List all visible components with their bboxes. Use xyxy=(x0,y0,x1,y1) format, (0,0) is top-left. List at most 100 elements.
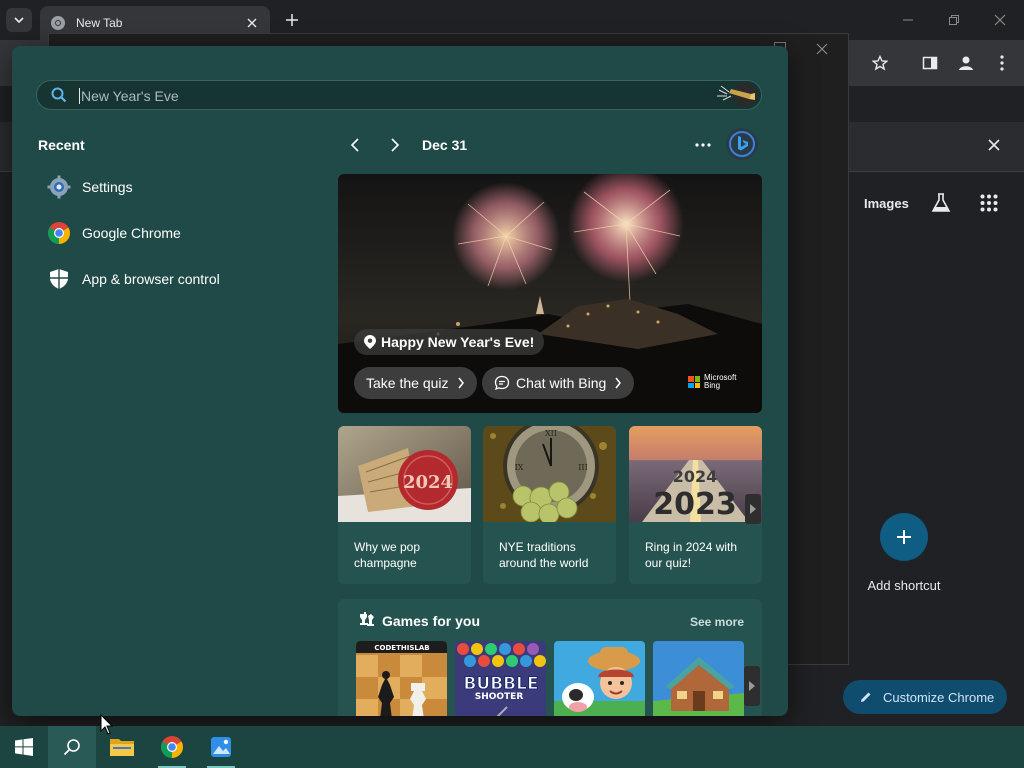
cards-next-button[interactable] xyxy=(745,494,761,524)
bing-chat-button[interactable] xyxy=(726,128,758,160)
minimize-icon xyxy=(903,19,913,21)
minimize-button[interactable] xyxy=(896,8,920,32)
kebab-menu-icon xyxy=(1000,55,1004,71)
more-dots-icon xyxy=(695,143,711,147)
recent-item-label: Settings xyxy=(82,179,133,195)
side-panel-icon xyxy=(922,56,938,70)
chess-piece-icon xyxy=(360,612,374,626)
start-button[interactable] xyxy=(0,726,48,768)
taskbar-search-button[interactable] xyxy=(48,726,96,768)
road-text-2023: 2023 xyxy=(653,487,737,522)
see-more-link[interactable]: See more xyxy=(690,615,744,629)
games-heading: Games for you xyxy=(382,613,481,629)
hero-title[interactable]: Happy New Year's Eve! xyxy=(354,329,545,355)
search-placeholder: New Year's Eve xyxy=(81,88,179,104)
side-panel-button[interactable] xyxy=(918,51,942,75)
caret-right-icon xyxy=(749,681,755,691)
mouse-cursor-icon xyxy=(100,714,114,735)
tab-close-icon[interactable] xyxy=(244,15,260,31)
chess-tile-brand: CODETHISLAB xyxy=(374,644,429,652)
plus-icon xyxy=(286,14,298,26)
taskbar-photos-app[interactable] xyxy=(197,726,245,768)
road-2024-thumbnail: 2024 2023 xyxy=(629,426,762,522)
card-caption: NYE traditions around the world xyxy=(499,540,589,570)
profile-icon xyxy=(959,56,973,70)
svg-text:IX: IX xyxy=(515,463,524,472)
next-day-button[interactable] xyxy=(386,136,404,154)
chevron-right-icon xyxy=(457,377,464,389)
microsoft-logo-icon xyxy=(688,376,700,388)
cork-year-text: 2024 xyxy=(403,472,453,493)
chevron-right-icon xyxy=(615,377,622,389)
taskbar-google-chrome[interactable] xyxy=(148,726,196,768)
chrome-favicon-icon xyxy=(51,16,65,30)
add-shortcut-button[interactable] xyxy=(880,513,928,561)
images-link[interactable]: Images xyxy=(864,196,909,211)
background-window-close-icon[interactable] xyxy=(816,42,832,58)
chat-with-bing-label: Chat with Bing xyxy=(516,375,607,391)
games-section: Games for you See more CODETHISLAB BUBBL… xyxy=(338,599,762,716)
text-caret xyxy=(79,88,80,104)
star-icon xyxy=(872,55,888,71)
search-icon xyxy=(63,739,80,756)
caret-right-icon xyxy=(750,504,756,514)
customize-chrome-button[interactable]: Customize Chrome xyxy=(843,680,1007,714)
house-game-thumbnail xyxy=(653,641,744,716)
bubble-tile-subtitle: SHOOTER xyxy=(475,692,524,702)
bubble-shooter-thumbnail: BUBBLE SHOOTER xyxy=(455,641,546,716)
brand-bing: Bing xyxy=(704,381,721,390)
chevron-left-icon xyxy=(350,138,359,152)
chrome-icon xyxy=(46,220,72,246)
recent-item-google-chrome[interactable]: Google Chrome xyxy=(46,219,266,247)
shield-icon xyxy=(46,266,72,292)
chat-with-bing-button[interactable]: Chat with Bing xyxy=(482,367,635,399)
date-label: Dec 31 xyxy=(422,137,468,153)
restore-icon xyxy=(949,15,959,25)
restore-button[interactable] xyxy=(942,8,966,32)
svg-text:XII: XII xyxy=(545,429,557,438)
game-tile-bubble-shooter[interactable]: BUBBLE SHOOTER xyxy=(455,641,546,716)
pencil-icon xyxy=(861,692,871,702)
new-tab-button[interactable] xyxy=(282,10,302,30)
previous-day-button[interactable] xyxy=(346,136,364,154)
hero-image-card[interactable]: Happy New Year's Eve! Take the quiz Chat… xyxy=(338,174,762,413)
photos-icon xyxy=(211,737,231,757)
recent-item-label: Google Chrome xyxy=(82,225,181,241)
recent-item-settings[interactable]: Settings xyxy=(46,173,266,201)
bing-logo-icon xyxy=(729,131,755,157)
infobar-close-icon[interactable] xyxy=(988,138,1006,156)
labs-flask-icon[interactable] xyxy=(930,192,952,214)
take-quiz-button[interactable]: Take the quiz xyxy=(354,367,477,399)
tab-search-button[interactable] xyxy=(6,8,32,32)
customize-chrome-label: Customize Chrome xyxy=(883,689,995,705)
windows-search-flyout: New Year's Eve Recent Settings Google Ch… xyxy=(12,46,788,716)
clock-grapes-thumbnail: XII III IX xyxy=(483,426,616,522)
search-input[interactable]: New Year's Eve xyxy=(36,80,762,110)
plus-icon xyxy=(897,530,911,544)
tab-title: New Tab xyxy=(76,16,123,30)
game-tile-chess[interactable]: CODETHISLAB xyxy=(356,641,447,716)
recent-heading: Recent xyxy=(38,137,85,153)
fireworks-decoration-icon xyxy=(717,83,757,107)
bubble-tile-title: BUBBLE xyxy=(463,674,538,694)
take-quiz-label: Take the quiz xyxy=(366,375,449,391)
games-next-button[interactable] xyxy=(744,666,760,706)
card-nye-traditions[interactable]: XII III IX NYE traditions around the world xyxy=(483,426,616,584)
card-why-we-pop-champagne[interactable]: 2024 Why we pop champagne xyxy=(338,426,471,584)
google-apps-icon[interactable] xyxy=(980,194,1000,214)
more-options-button[interactable] xyxy=(692,138,714,152)
recent-item-app-browser-control[interactable]: App & browser control xyxy=(46,265,266,293)
recent-item-label: App & browser control xyxy=(82,271,220,287)
close-window-button[interactable] xyxy=(988,8,1012,32)
close-icon xyxy=(994,14,1006,26)
bookmark-star-button[interactable] xyxy=(868,51,892,75)
chevron-down-icon xyxy=(14,17,24,24)
game-tile-farm[interactable] xyxy=(554,641,645,716)
menu-button[interactable] xyxy=(990,51,1014,75)
profile-button[interactable] xyxy=(954,51,978,75)
game-tile-house[interactable] xyxy=(653,641,744,716)
road-text-2024: 2024 xyxy=(673,467,718,486)
card-ring-in-2024[interactable]: 2024 2023 Ring in 2024 with our quiz! xyxy=(629,426,762,584)
hero-title-text: Happy New Year's Eve! xyxy=(381,334,535,350)
search-icon xyxy=(51,87,67,103)
